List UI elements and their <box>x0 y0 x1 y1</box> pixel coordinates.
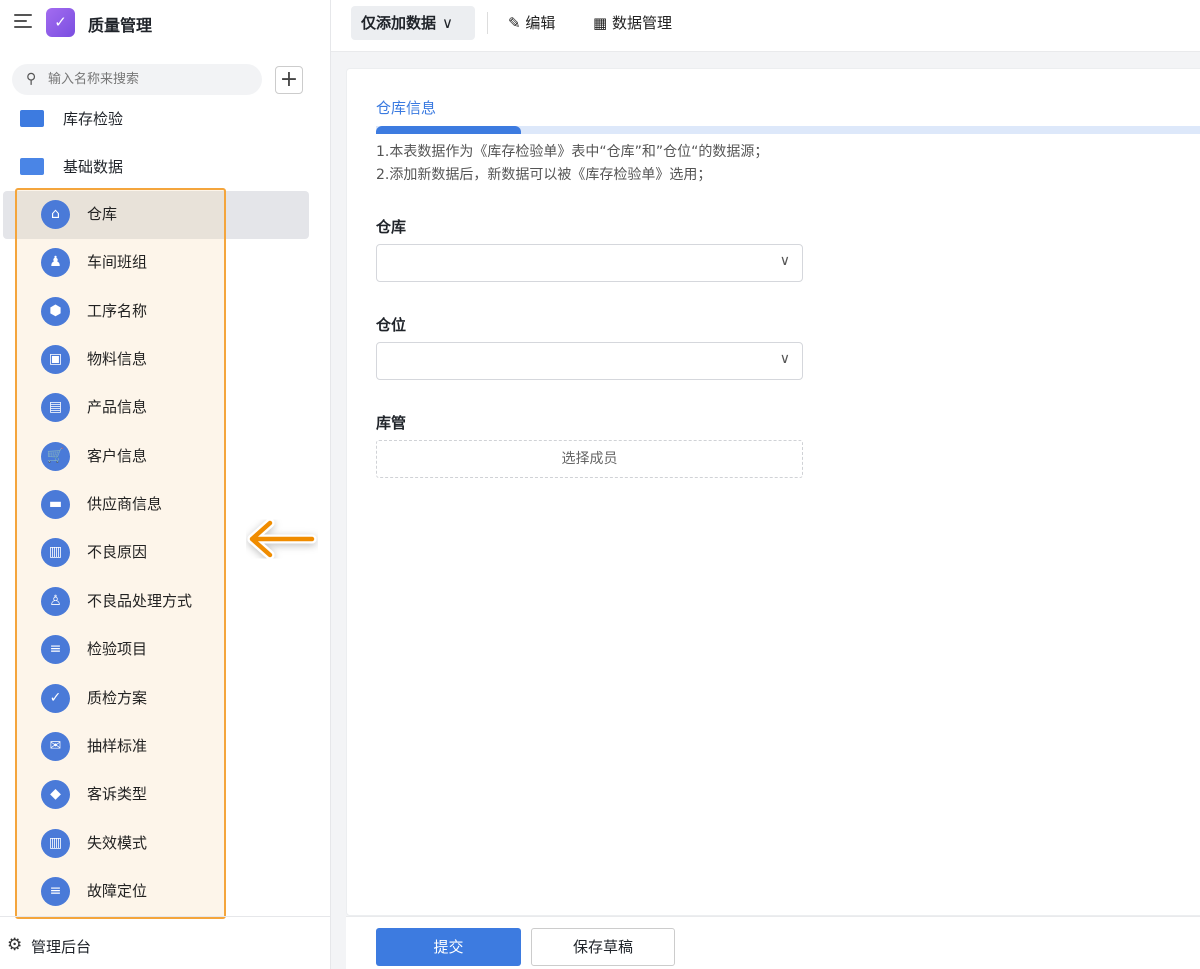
sidebar-item-label: 质检方案 <box>87 688 148 707</box>
progress-bar <box>376 126 1200 134</box>
chart-icon: ▥ <box>41 828 70 858</box>
sidebar-item-label: 仓库 <box>87 205 118 223</box>
document-icon: ≡ <box>41 635 70 665</box>
truck-icon: ▬ <box>41 490 70 520</box>
sidebar-item[interactable]: ▤ 产品信息 <box>17 383 224 431</box>
calculator-icon: ▦ <box>593 14 608 32</box>
toolbar-divider <box>487 12 488 34</box>
app-title: 质量管理 <box>88 16 153 35</box>
tag-icon: ◆ <box>41 780 70 810</box>
sidebar-item-label: 故障定位 <box>87 881 148 900</box>
sidebar-item-label: 工序名称 <box>87 301 148 320</box>
section-title: 仓库信息 <box>376 99 437 117</box>
home-icon: ⌂ <box>41 200 70 229</box>
folder-jichushuju[interactable]: 基础数据 <box>63 156 123 177</box>
keeper-label: 库管 <box>376 414 407 432</box>
description-line: 1.本表数据作为《库存检验单》表中“仓库”和”仓位“的数据源； <box>376 144 769 160</box>
data-manage-label: 数据管理 <box>611 14 672 32</box>
progress-fill <box>376 126 522 134</box>
sidebar-item[interactable]: ▬ 供应商信息 <box>17 480 224 528</box>
location-select[interactable]: ∨ <box>376 342 803 380</box>
search-icon: ⚲ <box>26 71 37 87</box>
sidebar-item[interactable]: ▥ 失效模式 <box>17 819 224 867</box>
sidebar-item[interactable]: ≡ 故障定位 <box>17 867 224 915</box>
mode-dropdown[interactable]: 仅添加数据 ∨ <box>351 6 475 40</box>
submit-button[interactable]: 提交 <box>376 928 521 966</box>
sidebar-item-label: 不良品处理方式 <box>87 591 193 610</box>
sidebar-item[interactable]: ✉ 抽样标准 <box>17 722 224 770</box>
add-button[interactable]: + <box>275 66 303 94</box>
sidebar-item[interactable]: 🛒 客户信息 <box>17 432 224 480</box>
warehouse-select[interactable]: ∨ <box>376 244 803 282</box>
gear-icon: ⚙ <box>7 935 23 955</box>
select-member-button[interactable]: 选择成员 <box>376 440 803 478</box>
location-label: 仓位 <box>376 316 407 334</box>
sidebar-item-label: 抽样标准 <box>87 736 148 755</box>
folder-open-icon <box>20 158 44 175</box>
mode-label: 仅添加数据 <box>361 14 437 32</box>
sidebar-item[interactable]: ◆ 客诉类型 <box>17 770 224 818</box>
chart-icon: ▥ <box>41 538 70 568</box>
document-icon: ≡ <box>41 876 70 906</box>
sidebar-item-label: 车间班组 <box>87 253 148 272</box>
sidebar-item[interactable]: ⌂ 仓库 <box>17 190 224 238</box>
sidebar-item[interactable]: ♟ 车间班组 <box>17 238 224 286</box>
clipboard-check-icon: ✓ <box>46 8 75 37</box>
folder-icon <box>20 110 44 127</box>
edit-label: 编辑 <box>525 14 556 32</box>
folder-kucunjianyan[interactable]: 库存检验 <box>63 108 123 129</box>
pencil-icon: ✎ <box>508 14 521 32</box>
mail-open-icon: ✉ <box>41 731 70 761</box>
sidebar-item-label: 不良原因 <box>87 543 148 562</box>
sidebar-item[interactable]: ♙ 不良品处理方式 <box>17 577 224 625</box>
sidebar-item-label: 物料信息 <box>87 350 148 369</box>
data-manage-button[interactable]: ▦ 数据管理 <box>593 12 672 33</box>
sidebar-item-label: 客户信息 <box>87 446 148 465</box>
search-input[interactable]: ⚲ 输入名称来搜索 <box>12 64 262 95</box>
chevron-down-icon: ∨ <box>779 351 790 367</box>
edit-button[interactable]: ✎ 编辑 <box>508 12 555 33</box>
org-chart-icon: ♙ <box>41 586 70 616</box>
warehouse-label: 仓库 <box>376 218 407 236</box>
sidebar-item[interactable]: ✓ 质检方案 <box>17 674 224 722</box>
person-icon: ♟ <box>41 248 70 278</box>
admin-console-link[interactable]: 管理后台 <box>31 936 91 957</box>
form-card <box>346 68 1200 916</box>
search-placeholder: 输入名称来搜索 <box>48 72 140 87</box>
bag-icon: ▤ <box>41 393 70 423</box>
gear-nut-icon: ⬢ <box>41 296 70 326</box>
cart-icon: 🛒 <box>41 441 70 471</box>
sidebar-item-label: 检验项目 <box>87 640 148 659</box>
chevron-down-icon: ∨ <box>779 253 790 269</box>
description-line: 2.添加新数据后，新数据可以被《库存检验单》选用； <box>376 167 712 183</box>
sidebar-item[interactable]: ▥ 不良原因 <box>17 528 224 576</box>
sidebar-item-label: 供应商信息 <box>87 495 163 514</box>
sidebar-item[interactable]: ▣ 物料信息 <box>17 335 224 383</box>
sidebar-item-label: 客诉类型 <box>87 785 148 804</box>
sidebar-item-label: 失效模式 <box>87 833 148 852</box>
box-icon: ▣ <box>41 345 70 375</box>
save-draft-button[interactable]: 保存草稿 <box>531 928 675 966</box>
arrow-left-icon <box>247 518 317 560</box>
sidebar-item[interactable]: ⬢ 工序名称 <box>17 287 224 335</box>
shield-check-icon: ✓ <box>41 683 70 713</box>
menu-toggle-icon[interactable] <box>14 14 32 30</box>
chevron-down-icon: ∨ <box>442 14 453 32</box>
sidebar-item-label: 产品信息 <box>87 398 148 417</box>
sidebar-item[interactable]: ≡ 检验项目 <box>17 625 224 673</box>
